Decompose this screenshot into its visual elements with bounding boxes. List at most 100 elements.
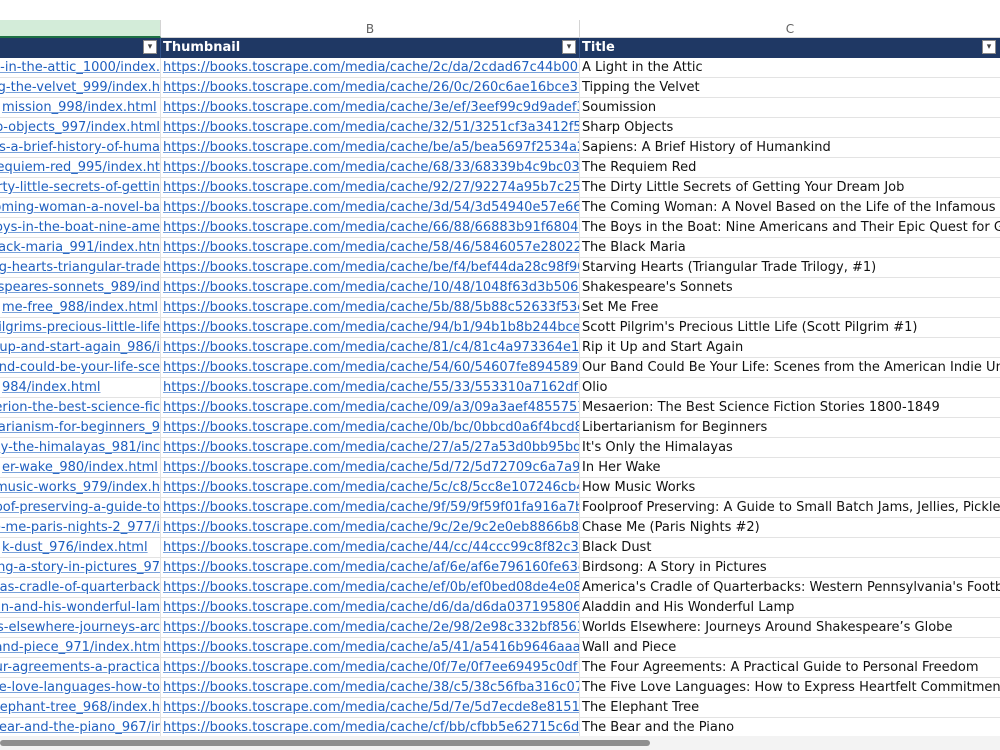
url-cell[interactable]: ing-the-velvet_999/index.h xyxy=(0,78,161,98)
title-cell[interactable]: Libertarianism for Beginners xyxy=(580,418,1000,438)
url-cell[interactable]: ericas-cradle-of-quarterback xyxy=(0,578,161,598)
url-cell[interactable]: black-maria_991/index.htn xyxy=(0,238,161,258)
url-cell[interactable]: boys-in-the-boat-nine-ame xyxy=(0,218,161,238)
thumbnail-link-cell[interactable]: https://books.toscrape.com/media/cache/0… xyxy=(161,398,580,418)
thumbnail-link-cell[interactable]: https://books.toscrape.com/media/cache/8… xyxy=(161,338,580,358)
url-cell[interactable]: ving-hearts-triangular-trade xyxy=(0,258,161,278)
header-url-cell[interactable] xyxy=(0,38,161,58)
thumbnail-link-cell[interactable]: https://books.toscrape.com/media/cache/6… xyxy=(161,218,580,238)
thumbnail-link-cell[interactable]: https://books.toscrape.com/media/cache/d… xyxy=(161,598,580,618)
title-cell[interactable]: How Music Works xyxy=(580,478,1000,498)
url-cell[interactable]: five-love-languages-how-to xyxy=(0,678,161,698)
thumbnail-link-cell[interactable]: https://books.toscrape.com/media/cache/5… xyxy=(161,378,580,398)
title-cell[interactable]: The Boys in the Boat: Nine Americans and… xyxy=(580,218,1000,238)
url-cell[interactable]: se-me-paris-nights-2_977/i xyxy=(0,518,161,538)
title-cell[interactable]: The Black Maria xyxy=(580,238,1000,258)
thumbnail-link-cell[interactable]: https://books.toscrape.com/media/cache/5… xyxy=(161,298,580,318)
header-thumbnail-cell[interactable]: Thumbnail xyxy=(161,38,580,58)
thumbnail-link-cell[interactable]: https://books.toscrape.com/media/cache/5… xyxy=(161,478,580,498)
thumbnail-link-cell[interactable]: https://books.toscrape.com/media/cache/4… xyxy=(161,538,580,558)
title-cell[interactable]: It's Only the Himalayas xyxy=(580,438,1000,458)
column-header-a[interactable] xyxy=(0,20,161,38)
title-cell[interactable]: Aladdin and His Wonderful Lamp xyxy=(580,598,1000,618)
thumbnail-link-cell[interactable]: https://books.toscrape.com/media/cache/9… xyxy=(161,178,580,198)
title-cell[interactable]: Tipping the Velvet xyxy=(580,78,1000,98)
thumbnail-link-cell[interactable]: https://books.toscrape.com/media/cache/9… xyxy=(161,318,580,338)
title-cell[interactable]: The Requiem Red xyxy=(580,158,1000,178)
thumbnail-link-cell[interactable]: https://books.toscrape.com/media/cache/0… xyxy=(161,658,580,678)
url-cell[interactable]: t-pilgrims-precious-little-life xyxy=(0,318,161,338)
thumbnail-link-cell[interactable]: https://books.toscrape.com/media/cache/3… xyxy=(161,118,580,138)
url-cell[interactable]: proof-preserving-a-guide-to xyxy=(0,498,161,518)
url-cell[interactable]: ght-in-the-attic_1000/index. xyxy=(0,58,161,78)
filter-dropdown-url-icon[interactable]: ▾ xyxy=(143,40,157,54)
url-cell[interactable]: saerion-the-best-science-fic xyxy=(0,398,161,418)
url-cell[interactable]: mission_998/index.html xyxy=(0,98,161,118)
scrollbar-thumb[interactable] xyxy=(0,740,650,746)
thumbnail-link-cell[interactable]: https://books.toscrape.com/media/cache/9… xyxy=(161,498,580,518)
url-cell[interactable]: coming-woman-a-novel-ba xyxy=(0,198,161,218)
header-title-cell[interactable]: Title xyxy=(580,38,1000,58)
url-cell[interactable]: rtarianism-for-beginners_9 xyxy=(0,418,161,438)
filter-dropdown-title-icon[interactable]: ▾ xyxy=(982,40,996,54)
title-cell[interactable]: Soumission xyxy=(580,98,1000,118)
url-cell[interactable]: k-dust_976/index.html xyxy=(0,538,161,558)
thumbnail-link-cell[interactable]: https://books.toscrape.com/media/cache/3… xyxy=(161,678,580,698)
title-cell[interactable]: Worlds Elsewhere: Journeys Around Shakes… xyxy=(580,618,1000,638)
title-cell[interactable]: Sapiens: A Brief History of Humankind xyxy=(580,138,1000,158)
thumbnail-link-cell[interactable]: https://books.toscrape.com/media/cache/2… xyxy=(161,618,580,638)
title-cell[interactable]: Foolproof Preserving: A Guide to Small B… xyxy=(580,498,1000,518)
column-header-c[interactable]: C xyxy=(580,20,1000,38)
thumbnail-link-cell[interactable]: https://books.toscrape.com/media/cache/5… xyxy=(161,698,580,718)
url-cell[interactable]: four-agreements-a-practica xyxy=(0,658,161,678)
url-cell[interactable]: ldin-and-his-wonderful-lam xyxy=(0,598,161,618)
thumbnail-link-cell[interactable]: https://books.toscrape.com/media/cache/9… xyxy=(161,518,580,538)
title-cell[interactable]: Birdsong: A Story in Pictures xyxy=(580,558,1000,578)
url-cell[interactable]: 984/index.html xyxy=(0,378,161,398)
title-cell[interactable]: The Dirty Little Secrets of Getting Your… xyxy=(580,178,1000,198)
title-cell[interactable]: Set Me Free xyxy=(580,298,1000,318)
url-cell[interactable]: t-up-and-start-again_986/i xyxy=(0,338,161,358)
url-cell[interactable]: -music-works_979/index.h xyxy=(0,478,161,498)
column-header-b[interactable]: B xyxy=(161,20,580,38)
url-cell[interactable]: iens-a-brief-history-of-huma xyxy=(0,138,161,158)
thumbnail-link-cell[interactable]: https://books.toscrape.com/media/cache/a… xyxy=(161,558,580,578)
url-cell[interactable]: er-wake_980/index.html xyxy=(0,458,161,478)
url-cell[interactable]: band-could-be-your-life-sce xyxy=(0,358,161,378)
thumbnail-link-cell[interactable]: https://books.toscrape.com/media/cache/a… xyxy=(161,638,580,658)
thumbnail-link-cell[interactable]: https://books.toscrape.com/media/cache/0… xyxy=(161,418,580,438)
title-cell[interactable]: Sharp Objects xyxy=(580,118,1000,138)
title-cell[interactable]: Starving Hearts (Triangular Trade Trilog… xyxy=(580,258,1000,278)
title-cell[interactable]: Black Dust xyxy=(580,538,1000,558)
thumbnail-link-cell[interactable]: https://books.toscrape.com/media/cache/2… xyxy=(161,438,580,458)
horizontal-scrollbar[interactable] xyxy=(0,736,1000,750)
thumbnail-link-cell[interactable]: https://books.toscrape.com/media/cache/5… xyxy=(161,238,580,258)
url-cell[interactable]: only-the-himalayas_981/inc xyxy=(0,438,161,458)
url-cell[interactable]: elephant-tree_968/index.h xyxy=(0,698,161,718)
thumbnail-link-cell[interactable]: https://books.toscrape.com/media/cache/b… xyxy=(161,138,580,158)
thumbnail-link-cell[interactable]: https://books.toscrape.com/media/cache/3… xyxy=(161,98,580,118)
title-cell[interactable]: A Light in the Attic xyxy=(580,58,1000,78)
title-cell[interactable]: Mesaerion: The Best Science Fiction Stor… xyxy=(580,398,1000,418)
thumbnail-link-cell[interactable]: https://books.toscrape.com/media/cache/c… xyxy=(161,718,580,738)
title-cell[interactable]: Shakespeare's Sonnets xyxy=(580,278,1000,298)
title-cell[interactable]: The Elephant Tree xyxy=(580,698,1000,718)
url-cell[interactable]: rp-objects_997/index.html xyxy=(0,118,161,138)
title-cell[interactable]: America's Cradle of Quarterbacks: Wester… xyxy=(580,578,1000,598)
url-cell[interactable]: kespeares-sonnets_989/ind xyxy=(0,278,161,298)
title-cell[interactable]: The Four Agreements: A Practical Guide t… xyxy=(580,658,1000,678)
thumbnail-link-cell[interactable]: https://books.toscrape.com/media/cache/3… xyxy=(161,198,580,218)
url-cell[interactable]: song-a-story-in-pictures_97 xyxy=(0,558,161,578)
thumbnail-link-cell[interactable]: https://books.toscrape.com/media/cache/b… xyxy=(161,258,580,278)
url-cell[interactable]: me-free_988/index.html xyxy=(0,298,161,318)
thumbnail-link-cell[interactable]: https://books.toscrape.com/media/cache/6… xyxy=(161,158,580,178)
thumbnail-link-cell[interactable]: https://books.toscrape.com/media/cache/5… xyxy=(161,458,580,478)
title-cell[interactable]: Wall and Piece xyxy=(580,638,1000,658)
title-cell[interactable]: Scott Pilgrim's Precious Little Life (Sc… xyxy=(580,318,1000,338)
thumbnail-link-cell[interactable]: https://books.toscrape.com/media/cache/5… xyxy=(161,358,580,378)
thumbnail-link-cell[interactable]: https://books.toscrape.com/media/cache/2… xyxy=(161,58,580,78)
title-cell[interactable]: The Five Love Languages: How to Express … xyxy=(580,678,1000,698)
title-cell[interactable]: Olio xyxy=(580,378,1000,398)
url-cell[interactable]: requiem-red_995/index.ht xyxy=(0,158,161,178)
filter-dropdown-thumbnail-icon[interactable]: ▾ xyxy=(562,40,576,54)
